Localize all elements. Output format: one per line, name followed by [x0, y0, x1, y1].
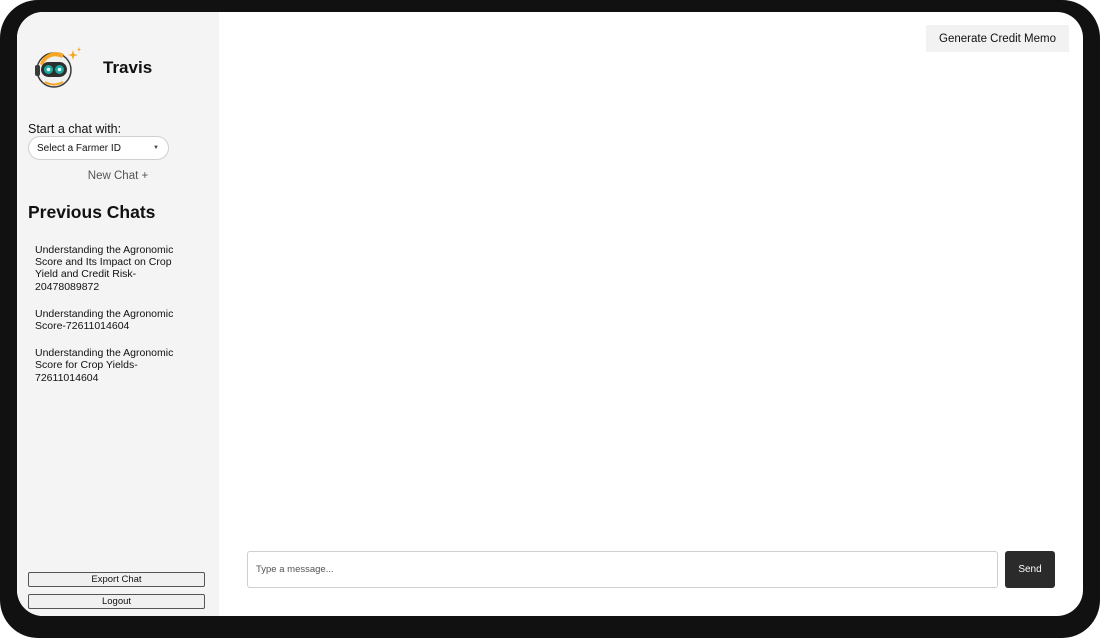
brand: Travis — [33, 46, 152, 90]
start-chat-label: Start a chat with: — [28, 122, 122, 136]
previous-chats-list: Understanding the Agronomic Score and It… — [35, 244, 195, 399]
robot-astronaut-icon — [35, 47, 82, 88]
farmer-select-value: Select a Farmer ID — [37, 142, 121, 154]
chevron-down-icon: ▼ — [153, 145, 159, 151]
device-frame: Travis Start a chat with: Select a Farme… — [0, 0, 1100, 638]
message-input[interactable] — [247, 551, 998, 588]
sidebar: Travis Start a chat with: Select a Farme… — [17, 12, 219, 616]
previous-chats-title: Previous Chats — [28, 202, 156, 222]
list-item[interactable]: Understanding the Agronomic Score for Cr… — [35, 347, 195, 384]
app-window: Travis Start a chat with: Select a Farme… — [17, 12, 1083, 616]
logout-button[interactable]: Logout — [28, 594, 205, 609]
list-item[interactable]: Understanding the Agronomic Score and It… — [35, 244, 195, 293]
generate-credit-memo-button[interactable]: Generate Credit Memo — [926, 25, 1069, 52]
app-name: Travis — [103, 58, 153, 77]
farmer-id-select[interactable]: Select a Farmer ID ▼ — [28, 136, 169, 160]
export-chat-button[interactable]: Export Chat — [28, 572, 205, 587]
new-chat-link[interactable]: New Chat + — [17, 170, 219, 182]
send-button[interactable]: Send — [1005, 551, 1055, 588]
list-item[interactable]: Understanding the Agronomic Score-726110… — [35, 308, 195, 332]
